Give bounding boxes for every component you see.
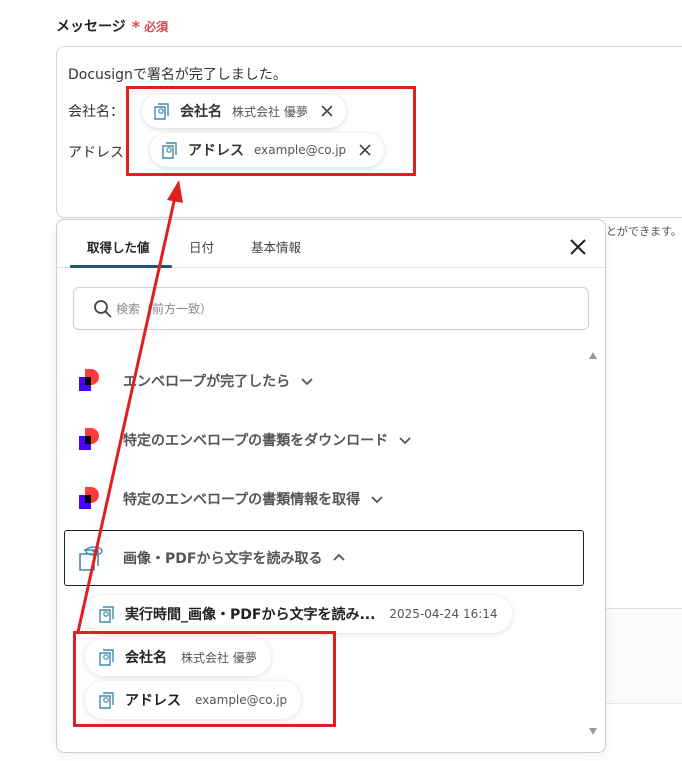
item-value: example@co.jp — [195, 693, 288, 707]
search-input[interactable] — [116, 298, 566, 320]
tab-underline — [70, 265, 172, 268]
message-editor[interactable]: Docusignで署名が完了しました。 会社名： アドレス — [56, 46, 682, 218]
message-label-address: アドレス — [68, 145, 124, 161]
docusign-logo-icon — [77, 368, 101, 394]
popup-tabs: 取得した値 日付 基本情報 — [57, 220, 605, 268]
ocr-doc-icon — [77, 545, 103, 571]
chip-name: 会社名 — [180, 104, 222, 120]
section-download-documents[interactable]: 特定のエンベロープの書類をダウンロード — [77, 425, 412, 455]
chip-name: アドレス — [188, 143, 244, 159]
value-item-company[interactable]: 会社名 株式会社 優夢 — [85, 638, 271, 676]
section-label: 特定のエンベロープの書類情報を取得 — [123, 492, 361, 508]
background-hint-text: とができます。 — [606, 225, 682, 238]
chip-value: 株式会社 優夢 — [232, 104, 308, 119]
chevron-down-icon — [370, 492, 384, 506]
scroll-down-arrow[interactable] — [589, 728, 597, 735]
chevron-down-icon — [300, 374, 314, 388]
tab-date[interactable]: 日付 — [189, 237, 214, 256]
docusign-logo-icon — [77, 486, 101, 512]
ocr-doc-icon — [97, 647, 117, 667]
scroll-up-arrow[interactable] — [589, 352, 597, 359]
message-line-1: Docusignで署名が完了しました。 — [68, 67, 287, 83]
message-field-label: メッセージ * 必須 — [56, 16, 168, 36]
item-name: 実行時間_画像・PDFから文字を読み... — [125, 607, 376, 623]
field-label-text: メッセージ — [56, 19, 126, 35]
ocr-doc-icon — [97, 690, 117, 710]
ocr-doc-icon — [97, 604, 117, 624]
ocr-doc-icon — [152, 101, 172, 121]
value-item-run-time[interactable]: 実行時間_画像・PDFから文字を読み... 2025-04-24 16:14 — [85, 595, 512, 633]
ocr-doc-icon — [160, 140, 180, 160]
variable-picker-popup: 取得した値 日付 基本情報 エンベロープが完了したら 特定のエンベロープの書類を… — [56, 219, 606, 753]
search-box — [73, 287, 589, 330]
close-icon[interactable] — [358, 143, 372, 157]
close-icon[interactable] — [567, 236, 589, 258]
docusign-logo-icon — [77, 427, 101, 453]
section-label: 特定のエンベロープの書類をダウンロード — [123, 433, 389, 449]
tab-acquired-values[interactable]: 取得した値 — [87, 237, 150, 256]
item-name: アドレス — [125, 693, 181, 709]
chip-value: example@co.jp — [254, 143, 347, 157]
close-icon[interactable] — [320, 104, 334, 118]
section-envelope-completed[interactable]: エンベロープが完了したら — [77, 366, 314, 396]
required-text: 必須 — [144, 19, 169, 34]
message-label-company: 会社名： — [68, 104, 124, 120]
background-panel — [606, 608, 682, 704]
required-mark: * — [131, 16, 141, 36]
chevron-down-icon — [398, 433, 412, 447]
item-value: 株式会社 優夢 — [181, 650, 257, 665]
item-name: 会社名 — [125, 650, 167, 666]
search-icon — [93, 299, 113, 319]
tab-basic-info[interactable]: 基本情報 — [251, 237, 301, 256]
section-label: エンベロープが完了したら — [123, 374, 291, 390]
section-document-info[interactable]: 特定のエンベロープの書類情報を取得 — [77, 484, 384, 514]
value-item-address[interactable]: アドレス example@co.jp — [85, 681, 302, 719]
section-label: 画像・PDFから文字を読み取る — [123, 551, 323, 567]
message-chip-address[interactable]: アドレス example@co.jp — [150, 133, 385, 167]
item-value: 2025-04-24 16:14 — [389, 607, 498, 621]
chevron-up-icon — [332, 551, 346, 565]
message-chip-company[interactable]: 会社名 株式会社 優夢 — [142, 94, 346, 128]
section-ocr-read-text[interactable]: 画像・PDFから文字を読み取る — [77, 543, 346, 573]
